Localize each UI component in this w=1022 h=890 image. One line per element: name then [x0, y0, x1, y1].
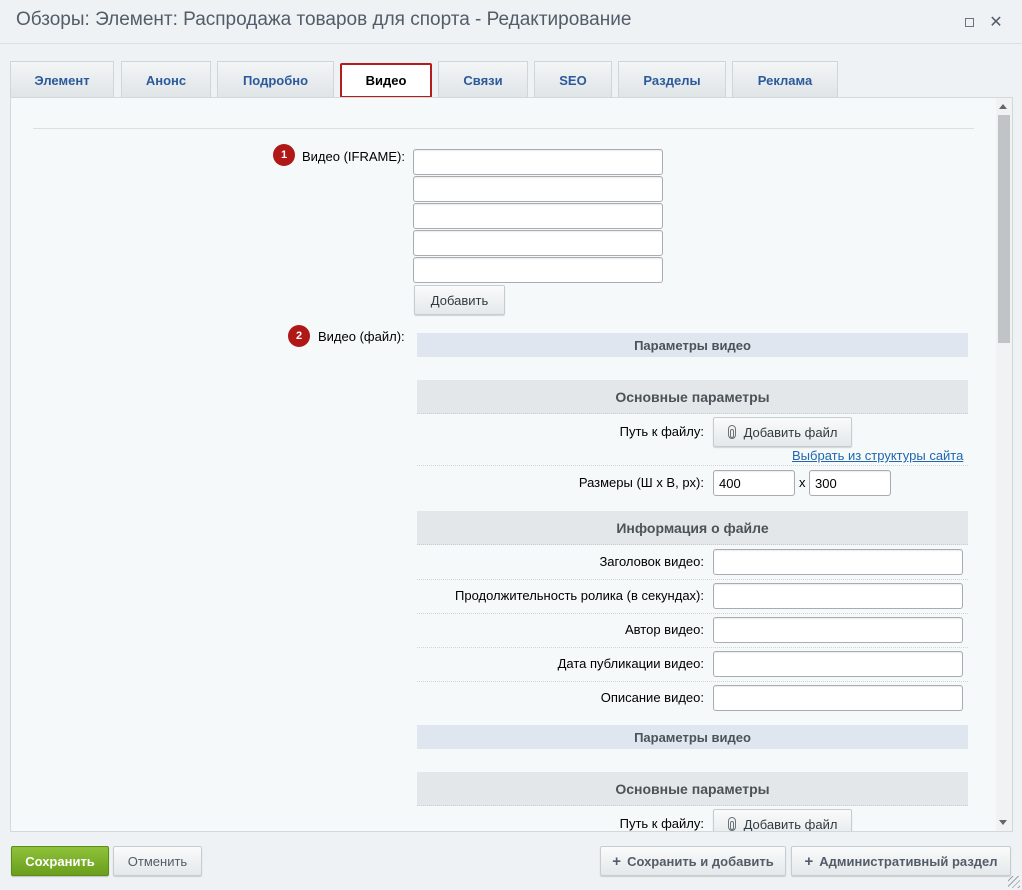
plus-icon: + — [804, 852, 814, 870]
save-and-add-button[interactable]: + Сохранить и добавить — [600, 846, 786, 876]
divider — [33, 128, 974, 129]
paperclip-icon — [727, 425, 736, 439]
video-author-label: Автор видео: — [625, 622, 704, 637]
main-params-header-2: Основные параметры — [417, 772, 968, 806]
maximize-icon[interactable] — [960, 13, 978, 31]
vertical-scrollbar[interactable] — [996, 98, 1012, 831]
video-title-label: Заголовок видео: — [599, 554, 704, 569]
tab-links[interactable]: Связи — [438, 61, 528, 98]
row-divider — [417, 681, 968, 682]
video-author-input[interactable] — [713, 617, 963, 643]
iframe-input-4[interactable] — [413, 230, 663, 256]
video-title-input[interactable] — [713, 549, 963, 575]
tab-ads[interactable]: Реклама — [732, 61, 838, 98]
add-iframe-button[interactable]: Добавить — [414, 285, 505, 315]
scroll-thumb[interactable] — [998, 115, 1010, 343]
window-title: Обзоры: Элемент: Распродажа товаров для … — [16, 9, 632, 30]
admin-section-button[interactable]: + Административный раздел — [791, 846, 1011, 876]
form-area: 1 Видео (IFRAME): Добавить 2 Видео (файл… — [11, 98, 996, 831]
video-params-header-2: Параметры видео — [417, 725, 968, 749]
add-file-button[interactable]: Добавить файл — [713, 417, 852, 447]
iframe-input-3[interactable] — [413, 203, 663, 229]
tab-details[interactable]: Подробно — [217, 61, 334, 98]
plus-icon: + — [612, 852, 622, 870]
iframe-input-5[interactable] — [413, 257, 663, 283]
tab-seo[interactable]: SEO — [534, 61, 612, 98]
tab-announce[interactable]: Анонс — [121, 61, 211, 98]
file-video-label: Видео (файл): — [318, 329, 405, 344]
row-divider — [417, 613, 968, 614]
times-sign: x — [799, 475, 806, 490]
content-panel: 1 Видео (IFRAME): Добавить 2 Видео (файл… — [10, 97, 1013, 832]
resize-grip-icon[interactable] — [1008, 876, 1020, 888]
add-file-button-2[interactable]: Добавить файл — [713, 809, 852, 831]
tab-sections[interactable]: Разделы — [618, 61, 726, 98]
width-input[interactable] — [713, 470, 795, 496]
paperclip-icon — [727, 817, 736, 831]
video-date-input[interactable] — [713, 651, 963, 677]
main-params-header: Основные параметры — [417, 380, 968, 414]
video-date-label: Дата публикации видео: — [557, 656, 704, 671]
scroll-up-icon[interactable] — [999, 104, 1007, 109]
video-description-input[interactable] — [713, 685, 963, 711]
row-divider — [417, 579, 968, 580]
step-badge-1: 1 — [273, 144, 295, 166]
file-path-label: Путь к файлу: — [619, 424, 704, 439]
tab-video[interactable]: Видео — [340, 63, 432, 98]
iframe-video-label: Видео (IFRAME): — [302, 149, 405, 164]
step-badge-2: 2 — [288, 325, 310, 347]
video-duration-input[interactable] — [713, 583, 963, 609]
cancel-button[interactable]: Отменить — [113, 846, 202, 876]
iframe-input-2[interactable] — [413, 176, 663, 202]
video-params-header: Параметры видео — [417, 333, 968, 357]
video-duration-label: Продолжительность ролика (в секундах): — [455, 588, 704, 603]
iframe-input-1[interactable] — [413, 149, 663, 175]
close-icon[interactable]: ✕ — [987, 13, 1005, 31]
row-divider — [417, 647, 968, 648]
tab-element[interactable]: Элемент — [10, 61, 114, 98]
site-structure-link[interactable]: Выбрать из структуры сайта — [792, 448, 963, 463]
row-divider — [417, 465, 968, 466]
scroll-down-icon[interactable] — [999, 820, 1007, 825]
file-info-header: Информация о файле — [417, 511, 968, 545]
height-input[interactable] — [809, 470, 891, 496]
video-description-label: Описание видео: — [600, 690, 704, 705]
size-label: Размеры (Ш x В, px): — [578, 475, 704, 490]
file-path-label-2: Путь к файлу: — [619, 816, 704, 831]
save-button[interactable]: Сохранить — [11, 846, 109, 876]
title-bar: Обзоры: Элемент: Распродажа товаров для … — [0, 0, 1022, 44]
